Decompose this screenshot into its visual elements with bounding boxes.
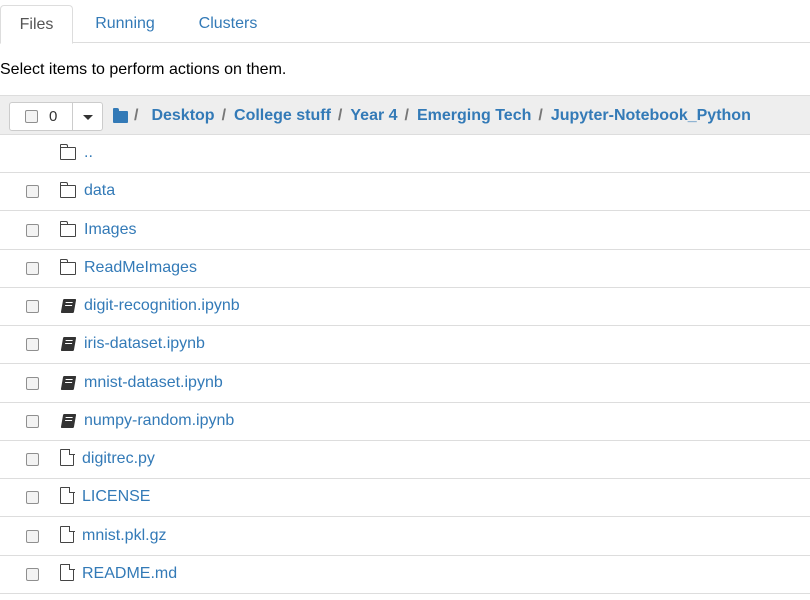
folder-icon — [59, 182, 76, 198]
file-name[interactable]: iris-dataset.ipynb — [84, 335, 205, 353]
notebook-icon — [60, 299, 77, 313]
list-item[interactable]: numpy-random.ipynb — [0, 403, 810, 441]
select-all-checkbox[interactable] — [25, 110, 38, 123]
breadcrumb-item-college-stuff[interactable]: College stuff — [234, 107, 331, 125]
row-checkbox[interactable] — [26, 377, 39, 390]
file-name[interactable]: mnist.pkl.gz — [82, 527, 166, 545]
selected-count: 0 — [49, 108, 58, 125]
file-name[interactable]: digitrec.py — [82, 450, 155, 468]
row-checkbox[interactable] — [26, 300, 39, 313]
list-item[interactable]: digitrec.py — [0, 441, 810, 479]
row-checkbox[interactable] — [26, 530, 39, 543]
folder-icon — [59, 221, 76, 237]
selection-hint: Select items to perform actions on them. — [0, 61, 287, 78]
file-icon — [60, 563, 75, 583]
tab-files[interactable]: Files — [0, 5, 73, 44]
tab-clusters[interactable]: Clusters — [183, 5, 273, 43]
list-item[interactable]: digit-recognition.ipynb — [0, 288, 810, 326]
list-item[interactable]: mnist-dataset.ipynb — [0, 365, 810, 403]
file-name[interactable]: data — [84, 182, 115, 200]
list-item[interactable]: data — [0, 173, 810, 211]
file-icon — [60, 486, 75, 506]
breadcrumb-separator: / — [134, 107, 139, 124]
chevron-down-icon[interactable] — [73, 103, 102, 130]
file-name[interactable]: numpy-random.ipynb — [84, 412, 234, 430]
tab-running[interactable]: Running — [79, 5, 171, 43]
folder-icon — [59, 144, 76, 160]
row-checkbox[interactable] — [26, 415, 39, 428]
file-name[interactable]: LICENSE — [82, 488, 150, 506]
row-checkbox[interactable] — [26, 453, 39, 466]
row-checkbox[interactable] — [26, 224, 39, 237]
list-item[interactable]: mnist.pkl.gz — [0, 518, 810, 556]
file-name[interactable]: README.md — [82, 565, 177, 583]
notebook-icon — [60, 337, 77, 351]
row-checkbox[interactable] — [26, 338, 39, 351]
breadcrumb-item-emerging-tech[interactable]: Emerging Tech — [417, 107, 531, 125]
list-item[interactable]: README.md — [0, 556, 810, 594]
notebook-icon — [60, 414, 77, 428]
file-name[interactable]: mnist-dataset.ipynb — [84, 374, 223, 392]
breadcrumb: / Desktop / College stuff / Year 4 / Eme… — [113, 105, 758, 127]
list-item[interactable]: ReadMeImages — [0, 250, 810, 288]
breadcrumb-item-desktop[interactable]: Desktop — [151, 107, 214, 125]
file-name[interactable]: digit-recognition.ipynb — [84, 297, 240, 315]
row-checkbox[interactable] — [26, 262, 39, 275]
breadcrumb-item-year-4[interactable]: Year 4 — [350, 107, 397, 125]
breadcrumb-separator: / — [337, 107, 343, 124]
file-list-header: 0 / Desktop / College stuff / Year 4 / E… — [0, 95, 810, 135]
folder-icon[interactable] — [113, 107, 128, 123]
row-checkbox[interactable] — [26, 568, 39, 581]
list-item[interactable]: LICENSE — [0, 479, 810, 517]
file-icon — [60, 448, 75, 468]
list-item[interactable]: Images — [0, 212, 810, 250]
file-name[interactable]: Images — [84, 221, 136, 239]
file-name[interactable]: ReadMeImages — [84, 259, 197, 277]
tab-bar: Files Running Clusters — [0, 0, 810, 44]
breadcrumb-separator: / — [404, 107, 409, 124]
select-all-button[interactable]: 0 — [10, 103, 73, 130]
breadcrumb-item-jupyter-notebook-python[interactable]: Jupyter-Notebook_Python — [551, 107, 751, 125]
row-checkbox[interactable] — [26, 185, 39, 198]
list-item-parent-directory[interactable]: .. — [0, 135, 810, 173]
file-name[interactable]: .. — [84, 144, 93, 162]
file-icon — [60, 525, 75, 545]
breadcrumb-separator: / — [538, 107, 543, 124]
breadcrumb-separator: / — [221, 107, 227, 124]
select-all-dropdown[interactable]: 0 — [9, 102, 103, 131]
list-item[interactable]: iris-dataset.ipynb — [0, 326, 810, 364]
folder-icon — [59, 259, 76, 275]
notebook-icon — [60, 376, 77, 390]
row-checkbox[interactable] — [26, 491, 39, 504]
